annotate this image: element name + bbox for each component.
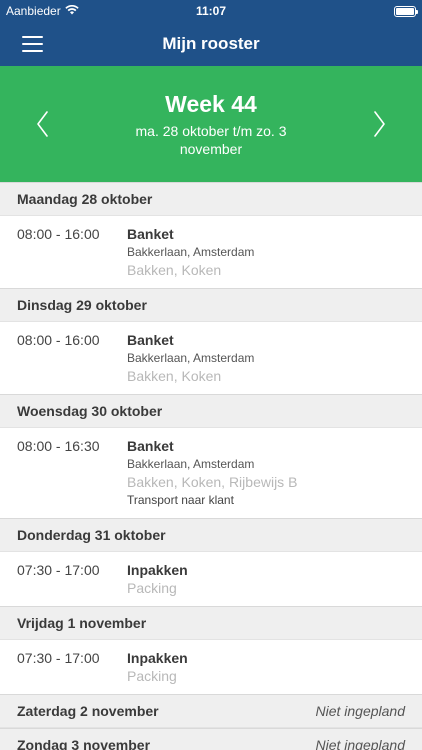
- shift-location: Bakkerlaan, Amsterdam: [127, 245, 255, 259]
- day-header: Maandag 28 oktober: [0, 182, 422, 216]
- shift-info: Banket Bakkerlaan, Amsterdam Bakken, Kok…: [127, 225, 405, 279]
- day-header: Woensdag 30 oktober: [0, 394, 422, 428]
- day-status: Niet ingepland: [315, 737, 405, 750]
- shift-tags: Packing: [127, 668, 177, 684]
- day-label: Maandag 28 oktober: [17, 191, 153, 207]
- shift-name: Banket: [127, 226, 174, 242]
- day-status: Niet ingepland: [315, 703, 405, 719]
- shift-name: Banket: [127, 438, 174, 454]
- page-title: Mijn rooster: [162, 34, 260, 53]
- shift-item[interactable]: 08:00 - 16:00 Banket Bakkerlaan, Amsterd…: [0, 216, 422, 288]
- shift-item[interactable]: 07:30 - 17:00 Inpakken Packing: [0, 552, 422, 606]
- shift-tags: Packing: [127, 580, 177, 596]
- shift-info: Inpakken Packing: [127, 561, 405, 597]
- shift-info: Banket Bakkerlaan, Amsterdam Bakken, Kok…: [127, 437, 405, 509]
- shift-name: Inpakken: [127, 650, 188, 666]
- shift-item[interactable]: 08:00 - 16:00 Banket Bakkerlaan, Amsterd…: [0, 322, 422, 394]
- day-header: Vrijdag 1 november: [0, 606, 422, 640]
- day-label: Donderdag 31 oktober: [17, 527, 166, 543]
- week-header: Week 44 ma. 28 oktober t/m zo. 3 novembe…: [0, 66, 422, 182]
- chevron-left-icon[interactable]: [30, 104, 54, 144]
- shift-time: 07:30 - 17:00: [17, 562, 100, 578]
- shift-time: 08:00 - 16:00: [17, 226, 100, 242]
- day-header: Zondag 3 november Niet ingepland: [0, 728, 422, 750]
- week-title: Week 44: [165, 90, 257, 117]
- shift-item[interactable]: 08:00 - 16:30 Banket Bakkerlaan, Amsterd…: [0, 428, 422, 518]
- week-info: Week 44 ma. 28 oktober t/m zo. 3 novembe…: [54, 91, 368, 158]
- day-label: Woensdag 30 oktober: [17, 403, 163, 419]
- shift-name: Inpakken: [127, 562, 188, 578]
- shift-time: 08:00 - 16:30: [17, 438, 100, 454]
- day-header: Donderdag 31 oktober: [0, 518, 422, 552]
- shift-location: Bakkerlaan, Amsterdam: [127, 351, 255, 365]
- shift-name: Banket: [127, 332, 174, 348]
- day-label: Zaterdag 2 november: [17, 703, 159, 719]
- carrier-label: Aanbieder: [6, 4, 61, 18]
- week-range: ma. 28 oktober t/m zo. 3 november: [135, 122, 287, 157]
- shift-time: 07:30 - 17:00: [17, 650, 100, 666]
- wifi-icon: [65, 4, 79, 18]
- shift-time: 08:00 - 16:00: [17, 332, 100, 348]
- hamburger-menu-icon[interactable]: [22, 36, 43, 52]
- chevron-right-icon[interactable]: [368, 104, 392, 144]
- shift-item[interactable]: 07:30 - 17:00 Inpakken Packing: [0, 640, 422, 694]
- shift-tags: Bakken, Koken: [127, 368, 222, 384]
- shift-tags: Bakken, Koken, Rijbewijs B: [127, 474, 298, 490]
- shift-note: Transport naar klant: [127, 493, 234, 507]
- status-left: Aanbieder: [6, 4, 79, 18]
- navigation-bar: Mijn rooster: [0, 22, 422, 66]
- shift-location: Bakkerlaan, Amsterdam: [127, 457, 255, 471]
- shift-info: Inpakken Packing: [127, 649, 405, 685]
- day-label: Zondag 3 november: [17, 737, 151, 750]
- day-label: Dinsdag 29 oktober: [17, 297, 147, 313]
- shift-info: Banket Bakkerlaan, Amsterdam Bakken, Kok…: [127, 331, 405, 385]
- shift-tags: Bakken, Koken: [127, 262, 222, 278]
- battery-icon: [394, 5, 418, 17]
- day-label: Vrijdag 1 november: [17, 615, 147, 631]
- day-header: Dinsdag 29 oktober: [0, 288, 422, 322]
- schedule-list: Maandag 28 oktober 08:00 - 16:00 Banket …: [0, 182, 422, 750]
- day-header: Zaterdag 2 november Niet ingepland: [0, 694, 422, 728]
- status-bar: Aanbieder 11:07: [0, 0, 422, 22]
